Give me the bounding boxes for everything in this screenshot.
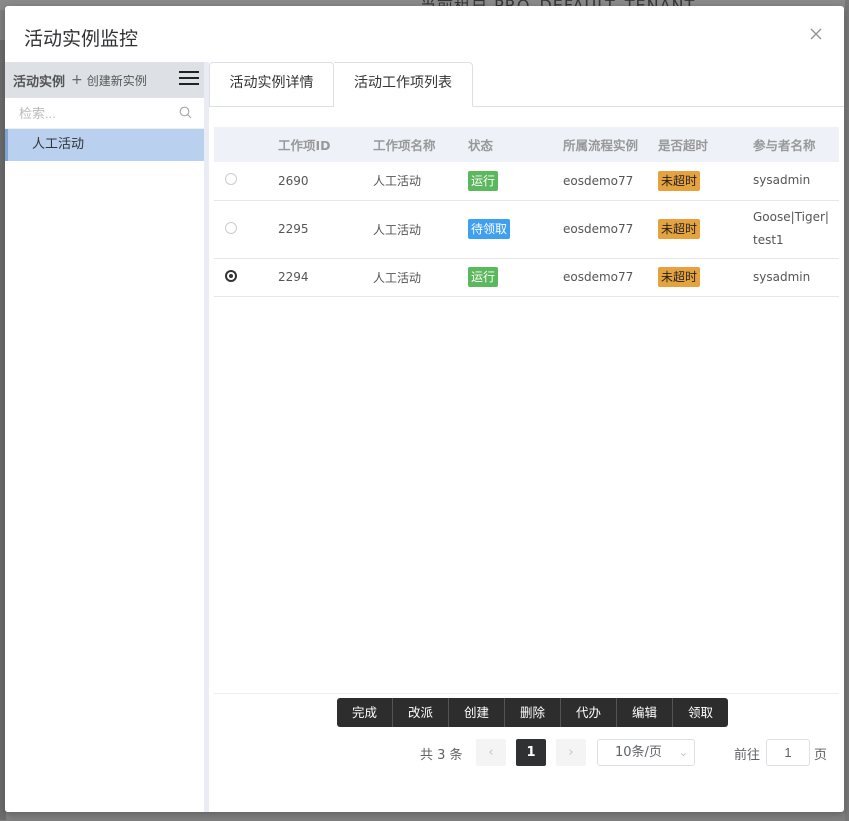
participants-cell: sysadmin bbox=[753, 162, 839, 201]
create-instance-link[interactable]: 创建新实例 bbox=[87, 72, 147, 89]
row-select-cell bbox=[214, 258, 278, 297]
workitem-id: 2294 bbox=[278, 258, 373, 297]
process-instance: eosdemo77 bbox=[563, 200, 658, 259]
process-instance: eosdemo77 bbox=[563, 162, 658, 201]
complete-button[interactable]: 完成 bbox=[337, 698, 393, 727]
header-workitem-name: 工作项名称 bbox=[373, 138, 436, 153]
page-number-current[interactable]: 1 bbox=[516, 739, 546, 766]
workitem-name: 人工活动 bbox=[373, 258, 468, 297]
process-instance: eosdemo77 bbox=[563, 258, 658, 297]
page-size-value: 10条/页 bbox=[615, 745, 662, 760]
close-icon[interactable] bbox=[808, 26, 824, 42]
status-cell: 运行 bbox=[468, 162, 563, 201]
header-select bbox=[214, 127, 278, 162]
status-badge: 待领取 bbox=[468, 219, 511, 239]
background-right-edge bbox=[845, 0, 849, 821]
status-cell: 运行 bbox=[468, 258, 563, 297]
page-size-select[interactable]: 10条/页 ⌄ bbox=[597, 739, 695, 766]
sidebar: 活动实例 + 创建新实例 人工活动 bbox=[5, 62, 204, 812]
timeout-cell: 未超时 bbox=[658, 258, 753, 297]
search-icon[interactable] bbox=[179, 106, 192, 119]
edit-button[interactable]: 编辑 bbox=[617, 698, 673, 727]
tab-instance-details[interactable]: 活动实例详情 bbox=[209, 62, 334, 106]
dialog-title: 活动实例监控 bbox=[24, 28, 139, 50]
timeout-cell: 未超时 bbox=[658, 200, 753, 259]
main-panel: 活动实例详情 活动工作项列表 工作项ID 工作项名称 状态 所属流程实例 是否超… bbox=[209, 62, 844, 812]
row-radio-selected[interactable] bbox=[225, 269, 237, 282]
status-cell: 待领取 bbox=[468, 200, 563, 259]
row-radio[interactable] bbox=[225, 173, 237, 186]
sidebar-title: 活动实例 bbox=[13, 74, 66, 90]
delegate-button[interactable]: 代办 bbox=[561, 698, 617, 727]
header-process-instance: 所属流程实例 bbox=[563, 138, 639, 153]
header-status: 状态 bbox=[468, 138, 494, 153]
header-workitem-id: 工作项ID bbox=[278, 138, 331, 153]
sidebar-item-manual-activity[interactable]: 人工活动 bbox=[5, 129, 204, 161]
participants: sysadmin bbox=[753, 173, 811, 188]
header-participants: 参与者名称 bbox=[753, 138, 816, 153]
participants: sysadmin bbox=[753, 269, 811, 284]
timeout-badge: 未超时 bbox=[658, 219, 701, 239]
chevron-left-icon[interactable]: ‹ bbox=[476, 739, 506, 766]
total-count: 共 3 条 bbox=[420, 748, 463, 763]
table-row[interactable]: 2294 人工活动 运行 eosdemo77 未超时 sysadmin bbox=[214, 258, 839, 297]
workitem-name: 人工活动 bbox=[373, 162, 468, 201]
timeout-badge: 未超时 bbox=[658, 170, 701, 191]
chevron-right-icon[interactable]: › bbox=[556, 739, 586, 766]
claim-button[interactable]: 领取 bbox=[673, 698, 728, 727]
create-button[interactable]: 创建 bbox=[449, 698, 505, 727]
table-row[interactable]: 2295 人工活动 待领取 eosdemo77 未超时 Goose|Tiger|… bbox=[214, 200, 839, 259]
participants-cell: Goose|Tiger|test1 bbox=[753, 200, 839, 259]
timeout-badge: 未超时 bbox=[658, 267, 701, 287]
chevron-down-icon: ⌄ bbox=[678, 746, 688, 759]
sidebar-search bbox=[5, 98, 204, 129]
search-input[interactable] bbox=[5, 98, 171, 128]
hamburger-menu-icon[interactable] bbox=[179, 71, 199, 87]
delete-button[interactable]: 删除 bbox=[505, 698, 561, 727]
activity-monitor-dialog: 活动实例监控 活动实例 + 创建新实例 人工活动 活动实例详情 活动工作项列表 bbox=[5, 6, 844, 812]
action-toolbar: 完成 改派 创建 删除 代办 编辑 领取 bbox=[337, 698, 728, 727]
goto-label: 前往 bbox=[734, 748, 761, 763]
reassign-button[interactable]: 改派 bbox=[393, 698, 449, 727]
status-badge: 运行 bbox=[468, 267, 499, 287]
dialog-header: 活动实例监控 bbox=[5, 6, 844, 62]
plus-icon[interactable]: + bbox=[71, 72, 83, 88]
tab-bar: 活动实例详情 活动工作项列表 bbox=[209, 62, 844, 107]
status-badge: 运行 bbox=[468, 170, 499, 191]
pagination: 共 3 条 ‹ 1 › 10条/页 ⌄ 前往 页 bbox=[209, 738, 844, 768]
table-row[interactable]: 2690 人工活动 运行 eosdemo77 未超时 sysadmin bbox=[214, 162, 839, 201]
header-timeout: 是否超时 bbox=[658, 138, 709, 153]
participants-cell: sysadmin bbox=[753, 258, 839, 297]
workitem-table: 工作项ID 工作项名称 状态 所属流程实例 是否超时 参与者名称 2690 人工… bbox=[214, 127, 839, 297]
participants: Goose|Tiger|test1 bbox=[753, 210, 829, 247]
row-radio[interactable] bbox=[225, 221, 237, 234]
table-header-row: 工作项ID 工作项名称 状态 所属流程实例 是否超时 参与者名称 bbox=[214, 127, 839, 162]
goto-page-input[interactable] bbox=[766, 739, 810, 766]
workitem-name: 人工活动 bbox=[373, 200, 468, 259]
workitem-id: 2295 bbox=[278, 200, 373, 259]
tab-workitem-list[interactable]: 活动工作项列表 bbox=[334, 62, 473, 107]
workitem-id: 2690 bbox=[278, 162, 373, 201]
row-select-cell bbox=[214, 162, 278, 201]
sidebar-header: 活动实例 + 创建新实例 bbox=[5, 62, 204, 98]
table-footer-divider bbox=[214, 693, 839, 694]
timeout-cell: 未超时 bbox=[658, 162, 753, 201]
row-select-cell bbox=[214, 200, 278, 259]
goto-unit: 页 bbox=[814, 748, 828, 763]
